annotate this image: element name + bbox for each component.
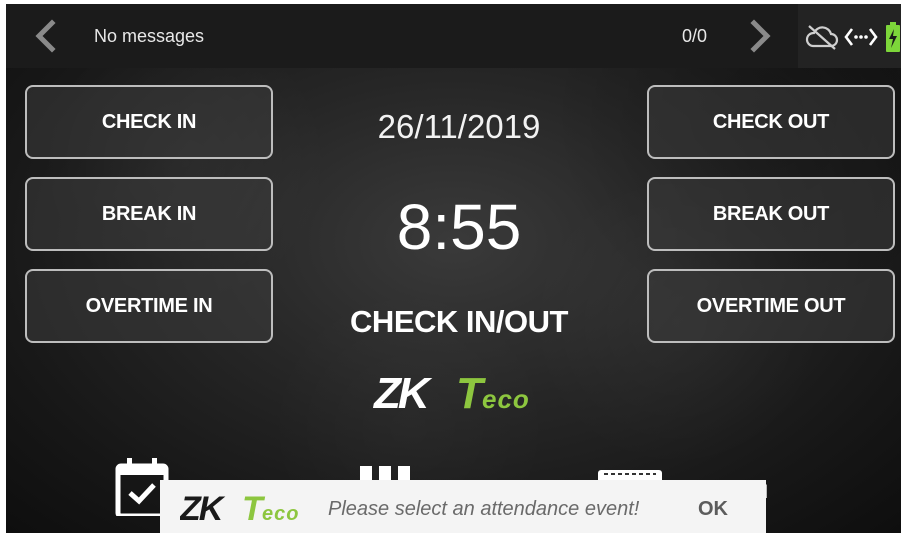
svg-text:eco: eco xyxy=(262,503,299,525)
time-display: 8:55 xyxy=(396,191,522,263)
overtime-out-button[interactable]: OVERTIME OUT xyxy=(647,269,895,343)
next-message-arrow-icon[interactable] xyxy=(742,18,778,54)
overtime-in-button[interactable]: OVERTIME IN xyxy=(25,269,273,343)
attendance-mode-label: CHECK IN/OUT xyxy=(350,304,568,339)
break-in-button[interactable]: BREAK IN xyxy=(25,177,273,251)
date-display: 26/11/2019 xyxy=(377,108,541,145)
overtime-in-label: OVERTIME IN xyxy=(85,294,213,317)
previous-message-arrow-icon[interactable] xyxy=(28,18,64,54)
check-in-label: CHECK IN xyxy=(101,110,197,133)
status-area xyxy=(798,4,901,68)
toast-ok-button[interactable]: OK xyxy=(698,498,728,521)
device-screen: No messages 0/0 CHECK IN BREAK IN OVERTI… xyxy=(6,4,901,533)
zkteco-logo: ZK T eco xyxy=(372,368,552,421)
check-out-button[interactable]: CHECK OUT xyxy=(647,85,895,159)
svg-text:ZK: ZK xyxy=(180,490,226,526)
overtime-out-label: OVERTIME OUT xyxy=(696,294,846,317)
check-in-button[interactable]: CHECK IN xyxy=(25,85,273,159)
toast-message: Please select an attendance event! xyxy=(328,498,640,520)
toast-zkteco-logo: ZK T eco xyxy=(179,490,320,531)
check-out-label: CHECK OUT xyxy=(712,110,830,133)
network-icon xyxy=(844,26,878,53)
svg-text:ZK: ZK xyxy=(372,369,433,416)
break-out-label: BREAK OUT xyxy=(712,202,830,225)
break-out-button[interactable]: BREAK OUT xyxy=(647,177,895,251)
message-count: 0/0 xyxy=(682,26,708,46)
battery-charging-icon xyxy=(886,22,900,57)
svg-text:eco: eco xyxy=(482,384,530,414)
message-text: No messages xyxy=(94,26,205,46)
toast-notification: ZK T eco Please select an attendance eve… xyxy=(160,480,766,533)
cloud-offline-icon xyxy=(804,24,840,55)
break-in-label: BREAK IN xyxy=(101,202,197,225)
message-bar: No messages 0/0 xyxy=(6,4,798,68)
